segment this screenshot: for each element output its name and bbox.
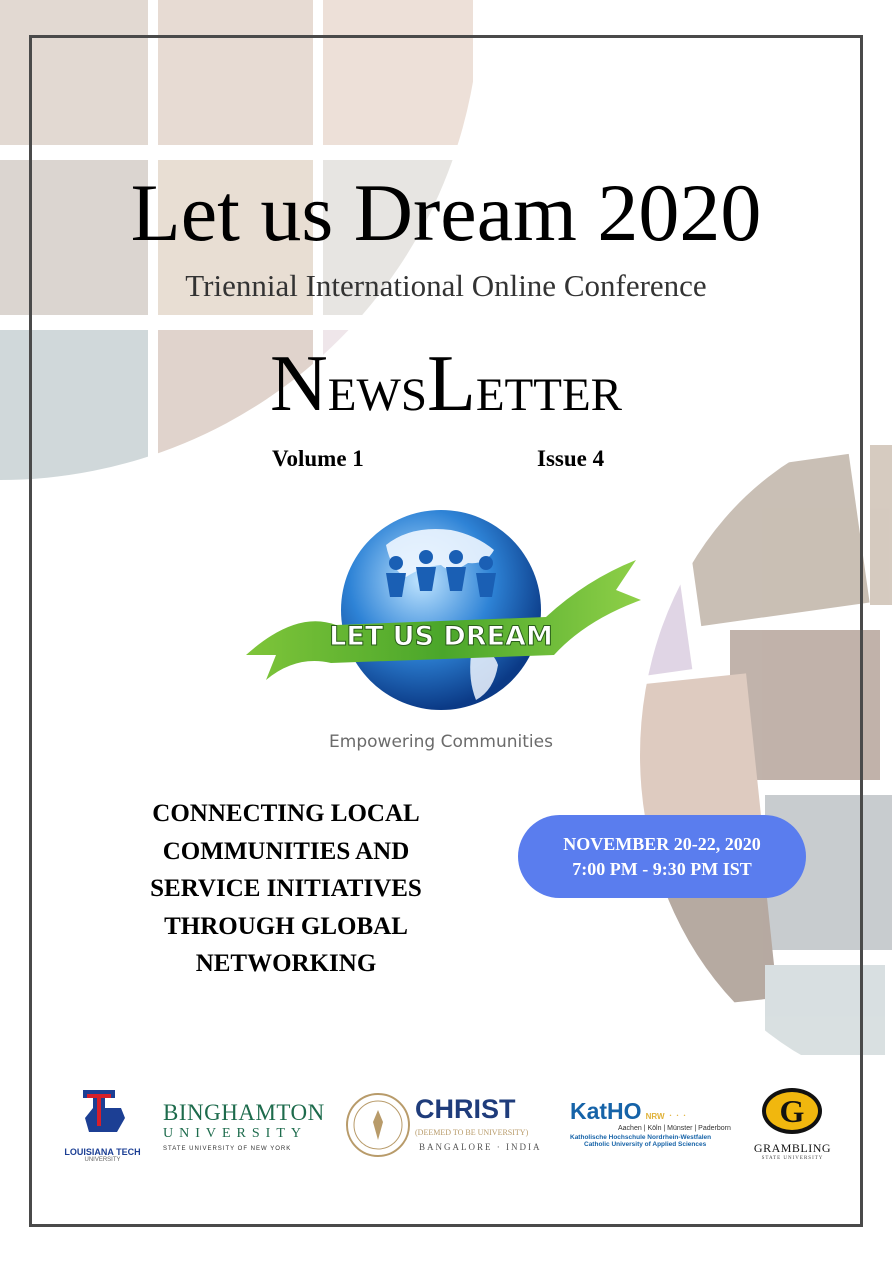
binghamton-sub: STATE UNIVERSITY OF NEW YORK bbox=[163, 1146, 292, 1152]
issue-label: Issue 4 bbox=[537, 446, 605, 471]
katho-logo: KatHO NRW · · · Aachen | Köln | Münster … bbox=[570, 1098, 740, 1170]
logo-banner-text: LET US DREAM bbox=[329, 621, 553, 652]
headline: CONNECTING LOCAL COMMUNITIES AND SERVICE… bbox=[126, 795, 446, 983]
volume-label: Volume 1 bbox=[272, 446, 364, 471]
christ-university-logo: CHRIST (DEEMED TO BE UNIVERSITY) BANGALO… bbox=[345, 1092, 555, 1172]
christ-name: CHRIST bbox=[415, 1094, 516, 1124]
christ-place: BANGALORE · INDIA bbox=[419, 1142, 542, 1152]
louisiana-tech-logo: LOUISIANA TECH UNIVERSITY bbox=[55, 1088, 150, 1168]
headline-line: NETWORKING bbox=[195, 950, 377, 977]
christ-deemed: (DEEMED TO BE UNIVERSITY) bbox=[415, 1128, 529, 1137]
event-time: 7:00 PM - 9:30 PM IST bbox=[572, 859, 752, 879]
page-title: Let us Dream 2020 bbox=[130, 167, 762, 258]
katho-cities: Aachen | Köln | Münster | Paderborn bbox=[618, 1125, 731, 1132]
katho-de: Katholische Hochschule Nordrhein-Westfal… bbox=[570, 1134, 712, 1141]
katho-dots-icon: · · · bbox=[668, 1108, 687, 1122]
louisiana-tech-sub: UNIVERSITY bbox=[84, 1157, 121, 1163]
svg-text:G: G bbox=[780, 1093, 805, 1129]
louisiana-tech-name: LOUISIANA TECH bbox=[64, 1147, 141, 1157]
newsletter-etter: ETTER bbox=[475, 369, 623, 421]
newsletter-ews: EWS bbox=[327, 369, 427, 421]
katho-en: Catholic University of Applied Sciences bbox=[584, 1141, 707, 1148]
conference-subtitle: Triennial International Online Conferenc… bbox=[185, 268, 707, 303]
binghamton-logo: BINGHAMTON UNIVERSITY STATE UNIVERSITY O… bbox=[163, 1100, 333, 1160]
grambling-logo: G GRAMBLING STATE UNIVERSITY bbox=[745, 1086, 840, 1166]
grambling-name: GRAMBLING bbox=[753, 1141, 832, 1155]
let-us-dream-logo: LET US DREAM Empowering Communities bbox=[246, 510, 641, 752]
katho-nrw: NRW bbox=[645, 1112, 665, 1121]
headline-line: SERVICE INITIATIVES bbox=[150, 875, 422, 902]
grambling-g-icon: G bbox=[762, 1088, 822, 1134]
katho-name: KatHO bbox=[570, 1098, 642, 1124]
louisiana-tech-emblem-icon bbox=[83, 1090, 125, 1132]
event-date-badge: NOVEMBER 20-22, 2020 7:00 PM - 9:30 PM I… bbox=[518, 815, 806, 898]
grambling-sub: STATE UNIVERSITY bbox=[761, 1156, 824, 1161]
headline-line: THROUGH GLOBAL bbox=[164, 912, 408, 940]
headline-line: COMMUNITIES AND bbox=[162, 837, 410, 865]
newsletter-l: L bbox=[426, 340, 476, 428]
newsletter-n: N bbox=[269, 340, 328, 428]
christ-seal-icon bbox=[346, 1093, 410, 1157]
binghamton-name: BINGHAMTON bbox=[163, 1100, 325, 1125]
logo-tagline: Empowering Communities bbox=[329, 732, 553, 752]
headline-line: CONNECTING LOCAL bbox=[152, 800, 420, 827]
newsletter-heading: NEWSLETTER bbox=[0, 344, 892, 424]
event-dates: NOVEMBER 20-22, 2020 bbox=[563, 834, 761, 854]
binghamton-university: UNIVERSITY bbox=[163, 1126, 307, 1141]
partner-logos: LOUISIANA TECH UNIVERSITY BINGHAMTON UNI… bbox=[55, 1080, 845, 1170]
